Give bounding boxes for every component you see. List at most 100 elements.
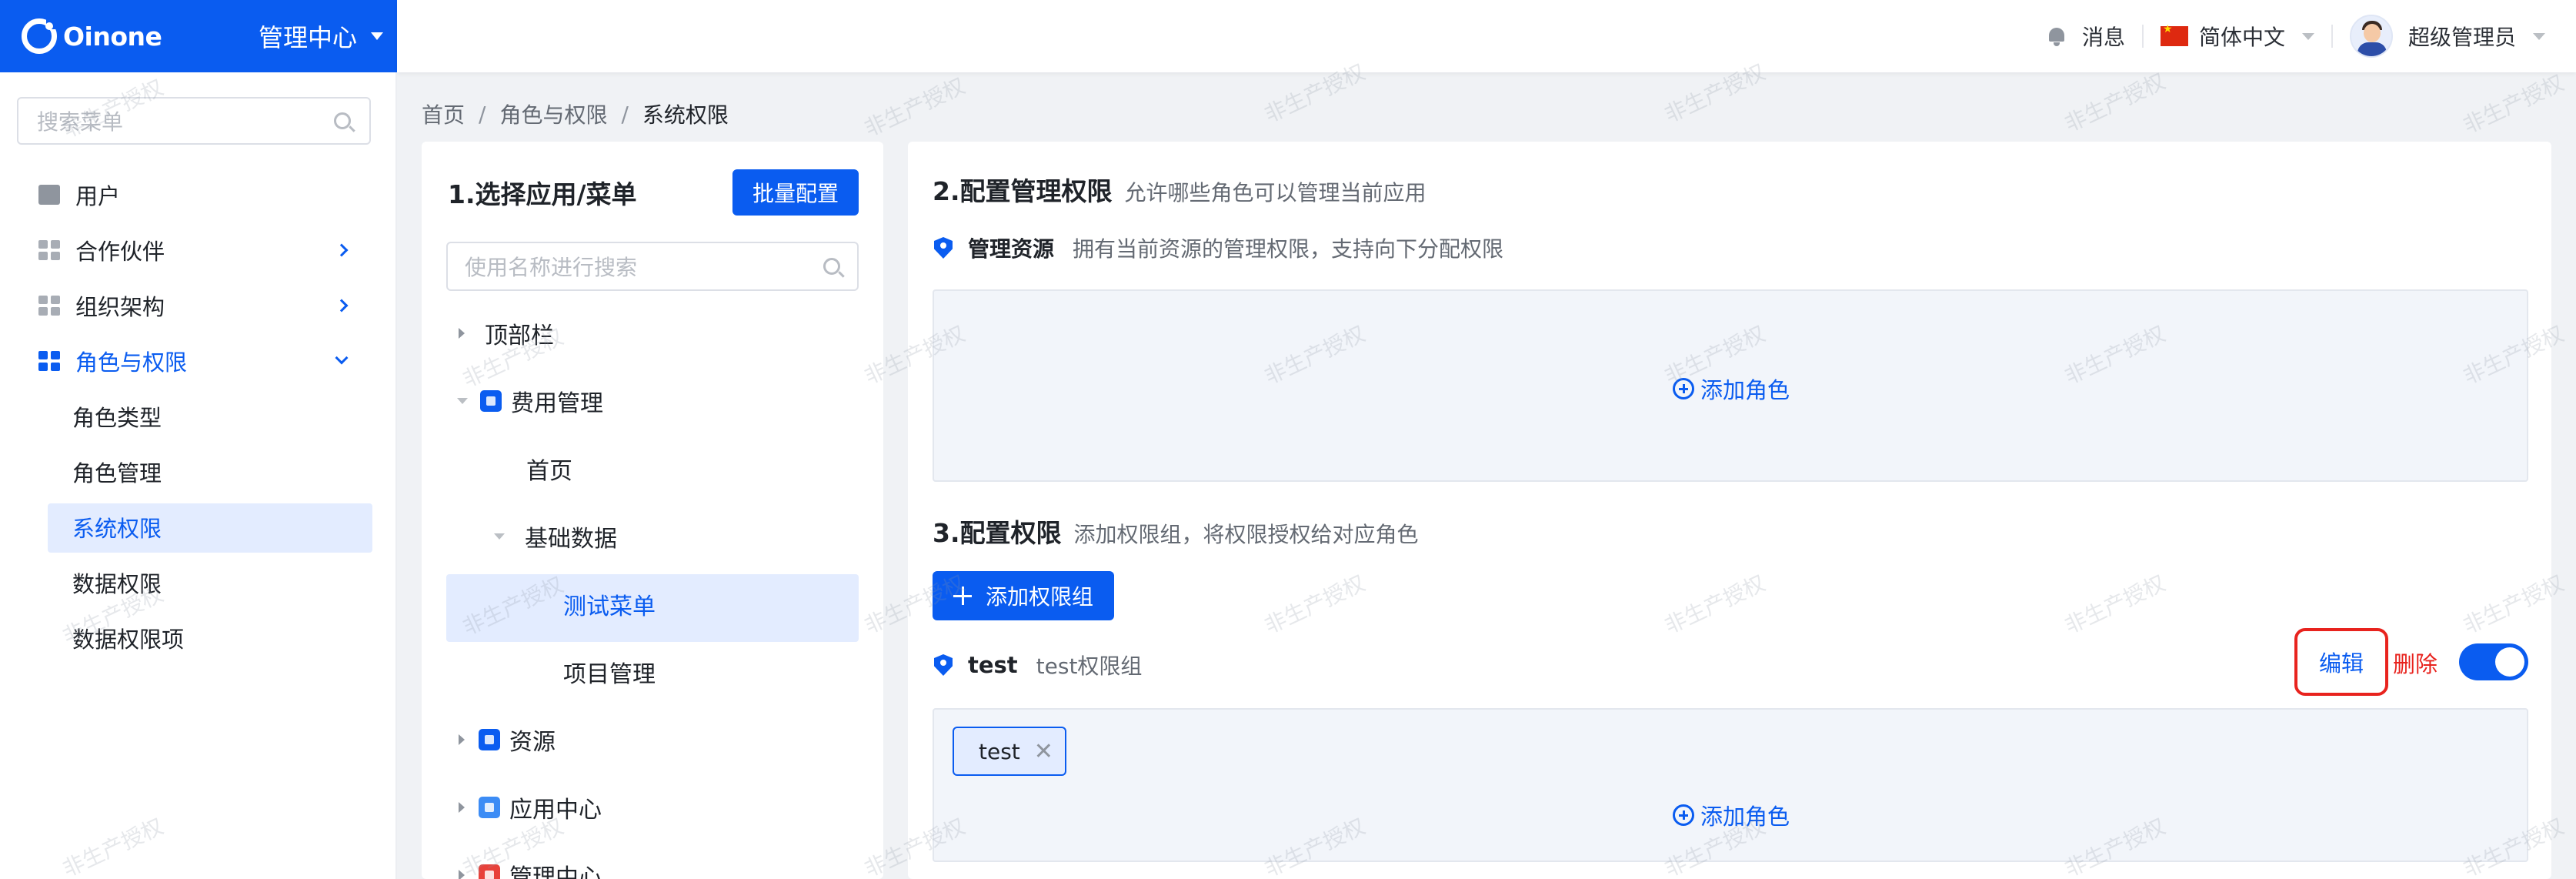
tree-node-label: 项目管理 (563, 661, 656, 688)
role-tag: test ✕ (953, 727, 1066, 776)
edit-group-button[interactable]: 编辑 (2294, 628, 2388, 696)
shield-icon (934, 237, 953, 259)
sidebar-subitem-role-management[interactable]: 角色管理 (72, 454, 162, 490)
sidebar-item-partners[interactable]: 合作伙伴 (38, 232, 359, 268)
user-name: 超级管理员 (2407, 25, 2516, 50)
tree-node-app-center[interactable]: 应用中心 (459, 788, 602, 827)
tree-node-resource[interactable]: 资源 (459, 720, 556, 759)
messages-label: 消息 (2081, 25, 2125, 50)
tree-node-label: 管理中心 (509, 864, 602, 879)
search-icon[interactable] (823, 258, 840, 275)
breadcrumb-current: 系统权限 (642, 102, 729, 128)
sidebar-item-label: 用户 (75, 183, 121, 209)
close-icon[interactable]: ✕ (1034, 738, 1053, 765)
delete-group-button[interactable]: 删除 (2393, 647, 2438, 679)
caret-down-icon[interactable] (457, 398, 468, 404)
grid-icon (38, 240, 60, 260)
chevron-down-icon (2301, 32, 2314, 40)
chevron-right-icon (335, 299, 349, 312)
sidebar-item-users[interactable]: 用户 (38, 177, 359, 212)
sidebar-item-organization[interactable]: 组织架构 (38, 288, 359, 323)
section-title: 3.配置权限 (933, 518, 1062, 548)
watermark: 非生产授权 (2060, 68, 2170, 137)
caret-down-icon[interactable] (494, 533, 505, 540)
language-label: 简体中文 (2198, 25, 2285, 50)
section-manage-permissions-header: 2.配置管理权限 允许哪些角色可以管理当前应用 (933, 171, 1426, 208)
add-permission-group-button[interactable]: 添加权限组 (933, 571, 1114, 620)
caret-right-icon[interactable] (459, 734, 465, 745)
sidebar-subitem-system-permissions[interactable]: 系统权限 (72, 510, 162, 545)
section-description: 允许哪些角色可以管理当前应用 (1124, 180, 1426, 206)
chevron-down-icon[interactable] (371, 32, 383, 40)
logo-text: Oinone (63, 21, 162, 52)
chevron-down-icon (335, 351, 349, 365)
search-icon[interactable] (334, 112, 351, 129)
role-tag-label: test (979, 738, 1020, 764)
app-search-placeholder: 使用名称进行搜索 (465, 255, 638, 280)
tree-node-label: 资源 (509, 729, 556, 756)
logo-icon (22, 17, 58, 54)
section-configure-permissions-header: 3.配置权限 添加权限组，将权限授权给对应角色 (933, 513, 1419, 550)
batch-config-button[interactable]: 批量配置 (732, 169, 859, 216)
tree-node-label: 首页 (526, 458, 572, 485)
tree-node-base-data[interactable]: 基础数据 (494, 517, 617, 556)
sidebar-subitem-data-permission-items[interactable]: 数据权限项 (72, 620, 184, 656)
caret-right-icon[interactable] (459, 802, 465, 813)
bell-icon (2047, 26, 2067, 46)
top-bar-actions: 消息 简体中文 超级管理员 (2047, 0, 2545, 72)
tree-node-label: 测试菜单 (563, 593, 656, 620)
section-description: 添加权限组，将权限授权给对应角色 (1073, 522, 1419, 547)
tree-node-label: 费用管理 (511, 390, 603, 417)
tree-node-label: 顶部栏 (485, 323, 554, 349)
divider (2141, 25, 2144, 48)
breadcrumb-separator: / (479, 101, 486, 127)
sidebar-item-label: 角色与权限 (75, 349, 188, 376)
tree-node-topbar[interactable]: 顶部栏 (459, 314, 554, 353)
sidebar-subitem-data-permissions[interactable]: 数据权限 (72, 565, 162, 600)
permission-group-name: test (968, 652, 1018, 678)
grid-icon (38, 351, 60, 371)
tree-node-home[interactable]: 首页 (526, 450, 572, 488)
sidebar-item-label: 组织架构 (75, 294, 165, 320)
add-role-label: 添加角色 (1700, 377, 1790, 403)
brand-bar: Oinone 管理中心 (0, 0, 397, 72)
manage-resource-title: 管理资源 (968, 236, 1055, 262)
caret-right-icon[interactable] (459, 328, 465, 339)
divider (2331, 25, 2333, 48)
user-menu[interactable]: 超级管理员 (2349, 15, 2545, 58)
app-search-input[interactable]: 使用名称进行搜索 (446, 242, 859, 291)
manage-resource-row: 管理资源 拥有当前资源的管理权限，支持向下分配权限 (934, 232, 1503, 263)
sidebar-item-roles-permissions[interactable]: 角色与权限 (38, 343, 359, 379)
chevron-down-icon (2533, 32, 2545, 40)
add-role-button[interactable]: 添加角色 (1673, 799, 1790, 831)
tree-node-test-menu[interactable]: 测试菜单 (563, 585, 656, 623)
app-icon (480, 390, 502, 412)
shield-icon (934, 654, 953, 676)
tree-node-label: 基础数据 (525, 526, 617, 553)
group-roles-box (933, 708, 2528, 862)
china-flag-icon (2160, 23, 2188, 46)
app-menu-title: 1.选择应用/菜单 (448, 179, 637, 209)
breadcrumb: 首页 / 角色与权限 / 系统权限 (422, 97, 729, 131)
logo[interactable]: Oinone (22, 17, 162, 54)
plus-icon (953, 587, 972, 605)
group-enabled-toggle[interactable] (2459, 643, 2528, 680)
app-switcher-label[interactable]: 管理中心 (259, 18, 357, 54)
menu-search-input[interactable]: 搜索菜单 (17, 97, 371, 145)
messages-button[interactable]: 消息 (2047, 21, 2125, 52)
language-select[interactable]: 简体中文 (2160, 21, 2314, 52)
breadcrumb-separator: / (621, 101, 629, 127)
tree-node-admin-center[interactable]: 管理中心 (459, 856, 602, 879)
caret-right-icon[interactable] (459, 870, 465, 879)
watermark: 非生产授权 (860, 72, 969, 142)
breadcrumb-home[interactable]: 首页 (422, 99, 465, 129)
app-icon (479, 797, 500, 818)
sidebar-subitem-role-types[interactable]: 角色类型 (72, 399, 162, 434)
breadcrumb-parent[interactable]: 角色与权限 (499, 99, 607, 129)
tree-node-fee-management[interactable]: 费用管理 (457, 382, 603, 420)
grid-icon (38, 296, 60, 316)
add-role-label: 添加角色 (1700, 804, 1790, 830)
tree-node-project-management[interactable]: 项目管理 (563, 653, 656, 691)
add-role-button[interactable]: 添加角色 (1673, 373, 1790, 405)
chevron-right-icon (335, 243, 349, 257)
